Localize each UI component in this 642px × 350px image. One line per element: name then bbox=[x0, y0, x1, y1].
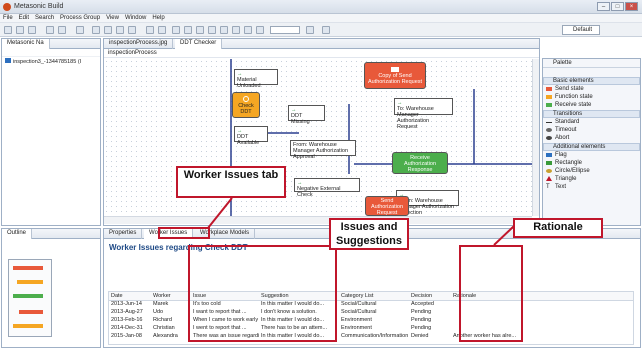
callout-rationale: Rationale bbox=[513, 218, 603, 238]
callout-issues-suggestions: Issues and Suggestions bbox=[329, 218, 409, 250]
callout-worker-issues-tab: Worker Issues tab bbox=[176, 166, 286, 198]
annotation-arrows bbox=[207, 197, 515, 246]
